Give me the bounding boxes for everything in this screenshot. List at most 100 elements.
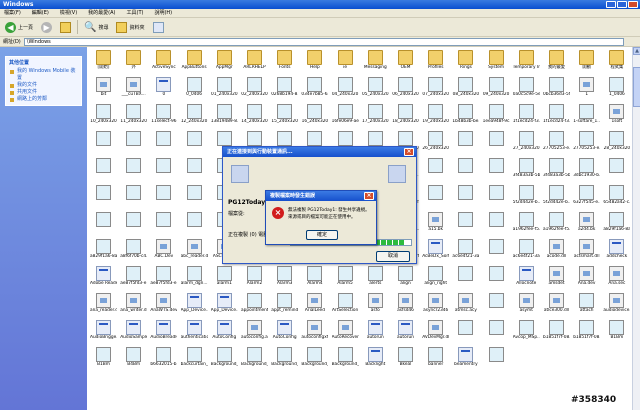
file-item[interactable]: Bkeal [392, 347, 419, 373]
file-item[interactable] [90, 212, 117, 238]
folder-item[interactable]: ActiveSync [150, 50, 177, 76]
link-network-places[interactable]: 網路上的芳鄰 [9, 96, 78, 103]
file-item[interactable]: 08_240x320 [452, 77, 479, 103]
file-item[interactable]: 26_240x320 [422, 131, 449, 157]
file-item[interactable]: Alarm3 [271, 266, 298, 292]
file-item[interactable]: Background_h... [241, 347, 268, 373]
file-item[interactable] [452, 185, 479, 211]
file-item[interactable]: actsmart.dll [573, 239, 600, 265]
file-item[interactable]: ae87f5fd3-e7... [120, 266, 147, 292]
file-item[interactable] [181, 185, 208, 211]
file-item[interactable]: asfo [362, 293, 389, 319]
file-item[interactable]: Background_h... [271, 347, 298, 373]
file-item[interactable]: ana_writer.dll [120, 293, 147, 319]
file-item[interactable]: abc_reader.dll [181, 239, 208, 265]
folder-item[interactable]: Profiles [422, 50, 449, 76]
file-item[interactable]: 19_240x320 [422, 104, 449, 130]
file-item[interactable]: AutoConfig [211, 320, 238, 346]
file-item[interactable]: 0_0406 [181, 77, 208, 103]
file-item[interactable]: a2d4.bk [573, 212, 600, 238]
file-item[interactable]: B1Bm [603, 320, 630, 346]
file-item[interactable]: AudioBreadP... [150, 320, 177, 346]
file-item[interactable] [483, 239, 510, 265]
file-item[interactable]: 65482a42-c... [603, 185, 630, 211]
file-item[interactable] [483, 212, 510, 238]
file-item[interactable]: 14_240x320 [241, 104, 268, 130]
file-item[interactable]: 17_240x320 [362, 104, 389, 130]
folders-button[interactable]: 資料夾 [114, 20, 146, 35]
back-button[interactable]: ◀ 上一頁 [3, 20, 35, 35]
search-button[interactable]: 🔍 搜尋 [82, 20, 110, 35]
file-item[interactable]: ae87f5fd3-e7... [150, 266, 177, 292]
file-item[interactable] [120, 212, 147, 238]
file-item[interactable]: a1962fee-f5... [513, 212, 540, 238]
file-item[interactable]: 3f483a3b-5b... [513, 158, 540, 184]
file-item[interactable] [452, 266, 479, 292]
file-item[interactable]: ___cuTBX... [120, 77, 147, 103]
file-item[interactable]: a829f1a6-8a... [603, 212, 630, 238]
file-item[interactable]: 1_0406 [603, 77, 630, 103]
file-item[interactable]: 05_240x320 [362, 77, 389, 103]
file-item[interactable]: ArtSelection [332, 293, 359, 319]
folder-item[interactable]: 外 [120, 50, 147, 76]
file-item[interactable]: ArialLeed [301, 293, 328, 319]
file-item[interactable]: 1-softare_1... [573, 104, 600, 130]
file-item[interactable] [483, 266, 510, 292]
menu-favorites[interactable]: 我的最愛(A) [88, 9, 115, 17]
file-item[interactable]: 0 [150, 77, 177, 103]
file-item[interactable]: 11select-96 [150, 104, 177, 130]
file-item[interactable]: a1962fee-f5... [543, 212, 570, 238]
file-item[interactable]: AudioBrigge... [90, 320, 117, 346]
folder-item[interactable]: Rings [452, 50, 479, 76]
file-item[interactable]: AnaWTS.dev [150, 293, 177, 319]
file-item[interactable]: ABC.Dev [150, 239, 177, 265]
file-item[interactable]: 10_240x320 [90, 104, 117, 130]
file-item[interactable]: b1851f7f-08... [543, 320, 570, 346]
file-item[interactable]: B1Bm [90, 347, 117, 373]
file-item[interactable]: Background_h... [332, 347, 359, 373]
folder-item[interactable]: Fonts [271, 50, 298, 76]
file-item[interactable]: Ana.dev [573, 266, 600, 292]
file-item[interactable]: 07_240x320 [422, 77, 449, 103]
file-item[interactable]: audiodevice... [603, 293, 630, 319]
folder-item[interactable]: Temporary Internet Files [513, 50, 540, 76]
folder-item[interactable]: Help [301, 50, 328, 76]
file-item[interactable]: 09_240x320 [483, 77, 510, 103]
folder-item[interactable]: System [483, 50, 510, 76]
file-item[interactable]: 27_240x320 [513, 131, 540, 157]
file-item[interactable]: AutoConfig [271, 320, 298, 346]
file-item[interactable]: 1 [573, 77, 600, 103]
file-item[interactable]: App_Device... [211, 293, 238, 319]
link-mobile-device[interactable]: 我的 Windows Mobile 裝置 [9, 68, 78, 82]
file-item[interactable]: 02_240x320 [241, 77, 268, 103]
file-item[interactable]: 3f483a3b-5b... [543, 158, 570, 184]
file-item[interactable]: 27705253-e... [573, 131, 600, 157]
file-item[interactable]: bit [90, 77, 117, 103]
file-item[interactable]: AutoRecovery... [332, 320, 359, 346]
file-item[interactable]: 6327f545-e... [573, 185, 600, 211]
file-item[interactable]: 16fe06e9-ae... [332, 104, 359, 130]
file-item[interactable]: authentication [181, 320, 208, 346]
file-item[interactable] [181, 212, 208, 238]
file-item[interactable]: 15_240x320 [271, 104, 298, 130]
folder-item[interactable]: AppMgr [211, 50, 238, 76]
file-item[interactable] [120, 185, 147, 211]
file-item[interactable]: asfsd46 [392, 293, 419, 319]
file-item[interactable]: alerts [362, 266, 389, 292]
file-item[interactable]: 5f2d442e-b... [543, 185, 570, 211]
file-item[interactable] [150, 185, 177, 211]
copy-dialog-close-button[interactable]: × [404, 148, 414, 156]
file-item[interactable] [483, 293, 510, 319]
file-item[interactable]: App_Device... [181, 293, 208, 319]
file-item[interactable] [90, 185, 117, 211]
file-item[interactable] [120, 131, 147, 157]
folder-item[interactable]: 程式集 [603, 50, 630, 76]
file-item[interactable]: asyncr2346 [422, 293, 449, 319]
menu-view[interactable]: 檢視(V) [60, 9, 77, 17]
file-item[interactable]: autorun [362, 320, 389, 346]
file-item[interactable]: 04_240x320 [332, 77, 359, 103]
file-item[interactable]: 11_240x320 [120, 104, 147, 130]
other-places-title[interactable]: 其他位置 [9, 59, 78, 66]
file-item[interactable]: b6632015-b... [150, 347, 177, 373]
error-dialog-close-button[interactable]: × [364, 192, 374, 200]
